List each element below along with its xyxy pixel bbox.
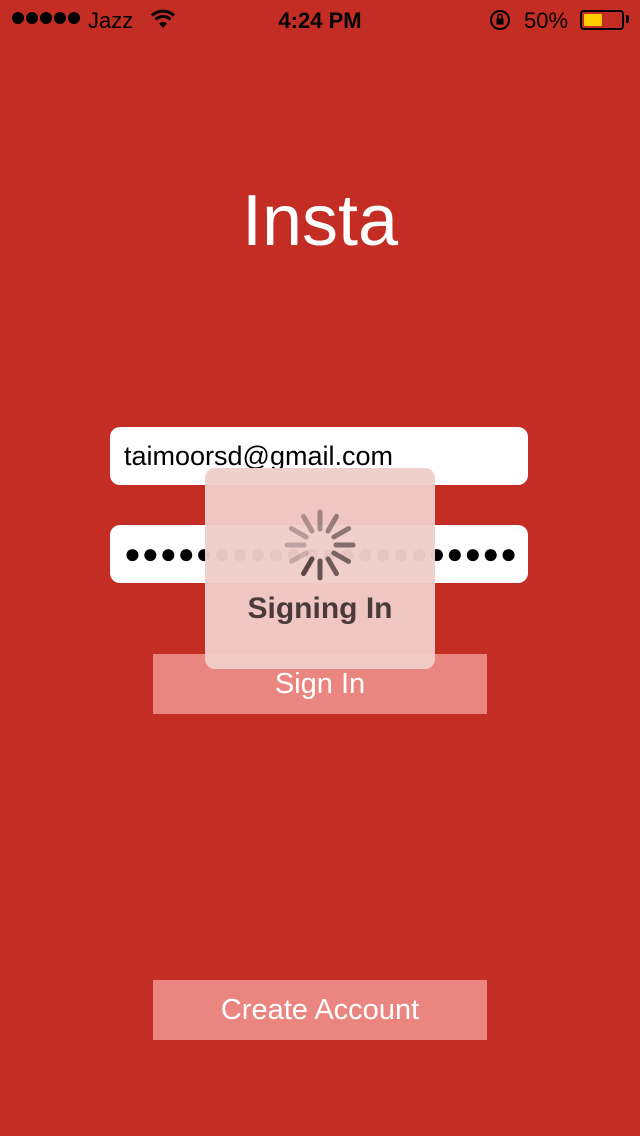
spinner-spoke [301, 513, 315, 534]
battery-icon [580, 10, 624, 30]
battery-level-fill [584, 14, 602, 26]
spinner-spoke [331, 526, 352, 540]
create-account-button-label: Create Account [220, 993, 420, 1026]
spinner-spoke [288, 550, 309, 564]
app-title: Insta [241, 181, 399, 261]
battery-cap [626, 15, 629, 23]
rotation-lock-icon [488, 8, 512, 38]
loading-hud: Signing In [205, 468, 435, 669]
spinner-spoke [288, 526, 309, 540]
spinner-spoke [301, 556, 315, 577]
spinner-icon [284, 509, 356, 581]
spinner-spoke [331, 550, 352, 564]
create-account-button[interactable]: Create Account [153, 980, 487, 1040]
battery-percentage: 50% [524, 8, 569, 33]
spinner-spoke [325, 513, 339, 534]
sign-in-button-label: Sign In [274, 667, 366, 700]
hud-label: Signing In [247, 592, 393, 625]
spinner-spoke [325, 556, 339, 577]
status-bar: Jazz 4:24 PM 50% [0, 0, 640, 40]
